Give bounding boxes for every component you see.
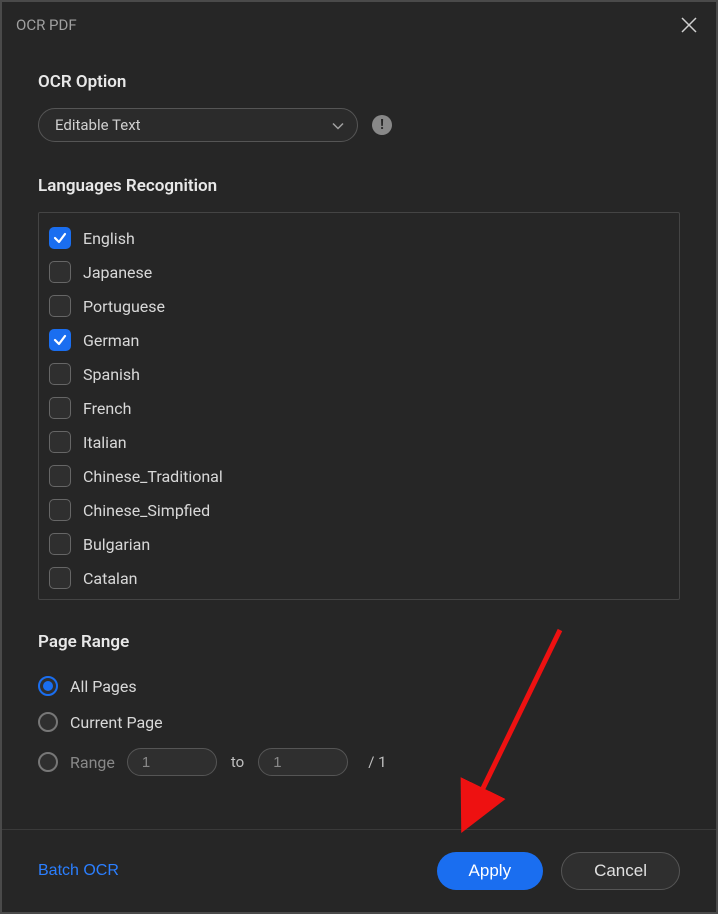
- language-label: English: [83, 229, 135, 248]
- close-button[interactable]: [676, 12, 702, 38]
- radio-current-page[interactable]: [38, 712, 58, 732]
- range-total: / 1: [368, 753, 386, 771]
- language-item[interactable]: Chinese_Simpfied: [49, 493, 669, 527]
- radio-all-label: All Pages: [70, 677, 137, 696]
- batch-ocr-link[interactable]: Batch OCR: [38, 862, 119, 880]
- language-checkbox[interactable]: [49, 261, 71, 283]
- language-checkbox[interactable]: [49, 465, 71, 487]
- ocr-pdf-dialog: OCR PDF OCR Option Editable Text ! Langu…: [0, 0, 718, 914]
- ocr-option-row: Editable Text !: [38, 108, 680, 142]
- language-label: Spanish: [83, 365, 140, 384]
- language-item[interactable]: Japanese: [49, 255, 669, 289]
- radio-all-pages[interactable]: [38, 676, 58, 696]
- language-checkbox[interactable]: [49, 227, 71, 249]
- language-label: Portuguese: [83, 297, 165, 316]
- radio-range[interactable]: [38, 752, 58, 772]
- language-label: Italian: [83, 433, 127, 452]
- radio-row-current[interactable]: Current Page: [38, 704, 680, 740]
- languages-label: Languages Recognition: [38, 176, 680, 196]
- dialog-footer: Batch OCR Apply Cancel: [2, 829, 716, 912]
- language-label: Chinese_Traditional: [83, 467, 223, 486]
- range-from-input[interactable]: [127, 748, 217, 776]
- language-label: Chinese_Simpfied: [83, 501, 210, 520]
- radio-current-label: Current Page: [70, 713, 163, 732]
- ocr-option-select[interactable]: Editable Text: [38, 108, 358, 142]
- language-label: Catalan: [83, 569, 137, 588]
- language-checkbox[interactable]: [49, 567, 71, 589]
- ocr-option-value: Editable Text: [55, 116, 141, 134]
- language-item[interactable]: English: [49, 221, 669, 255]
- language-item[interactable]: Chinese_Traditional: [49, 459, 669, 493]
- radio-range-label: Range: [70, 753, 115, 772]
- language-checkbox[interactable]: [49, 295, 71, 317]
- apply-button[interactable]: Apply: [437, 852, 544, 890]
- language-label: Bulgarian: [83, 535, 150, 554]
- languages-list[interactable]: English Japanese Portuguese German Spanish Fr…: [39, 213, 679, 599]
- language-item[interactable]: Portuguese: [49, 289, 669, 323]
- info-icon[interactable]: !: [372, 115, 392, 135]
- language-item[interactable]: German: [49, 323, 669, 357]
- language-checkbox[interactable]: [49, 397, 71, 419]
- language-item[interactable]: Italian: [49, 425, 669, 459]
- radio-row-range[interactable]: Range to / 1: [38, 740, 680, 784]
- language-checkbox[interactable]: [49, 431, 71, 453]
- ocr-option-label: OCR Option: [38, 72, 680, 92]
- language-item[interactable]: Bulgarian: [49, 527, 669, 561]
- page-range-section: Page Range All Pages Current Page Range …: [38, 632, 680, 784]
- cancel-button[interactable]: Cancel: [561, 852, 680, 890]
- language-checkbox[interactable]: [49, 329, 71, 351]
- language-checkbox[interactable]: [49, 533, 71, 555]
- range-to-label: to: [231, 753, 244, 771]
- titlebar: OCR PDF: [2, 2, 716, 48]
- language-item[interactable]: French: [49, 391, 669, 425]
- language-item[interactable]: Spanish: [49, 357, 669, 391]
- page-range-label: Page Range: [38, 632, 680, 652]
- language-checkbox[interactable]: [49, 499, 71, 521]
- radio-row-all[interactable]: All Pages: [38, 668, 680, 704]
- close-icon: [680, 16, 698, 34]
- dialog-title: OCR PDF: [16, 16, 77, 34]
- dialog-content: OCR Option Editable Text ! Languages Rec…: [2, 48, 716, 829]
- language-label: German: [83, 331, 139, 350]
- language-checkbox[interactable]: [49, 363, 71, 385]
- language-item[interactable]: Catalan: [49, 561, 669, 595]
- ocr-option-select-wrap: Editable Text: [38, 108, 358, 142]
- language-label: French: [83, 399, 131, 418]
- language-label: Japanese: [83, 263, 152, 282]
- languages-box: English Japanese Portuguese German Spanish Fr…: [38, 212, 680, 600]
- range-to-input[interactable]: [258, 748, 348, 776]
